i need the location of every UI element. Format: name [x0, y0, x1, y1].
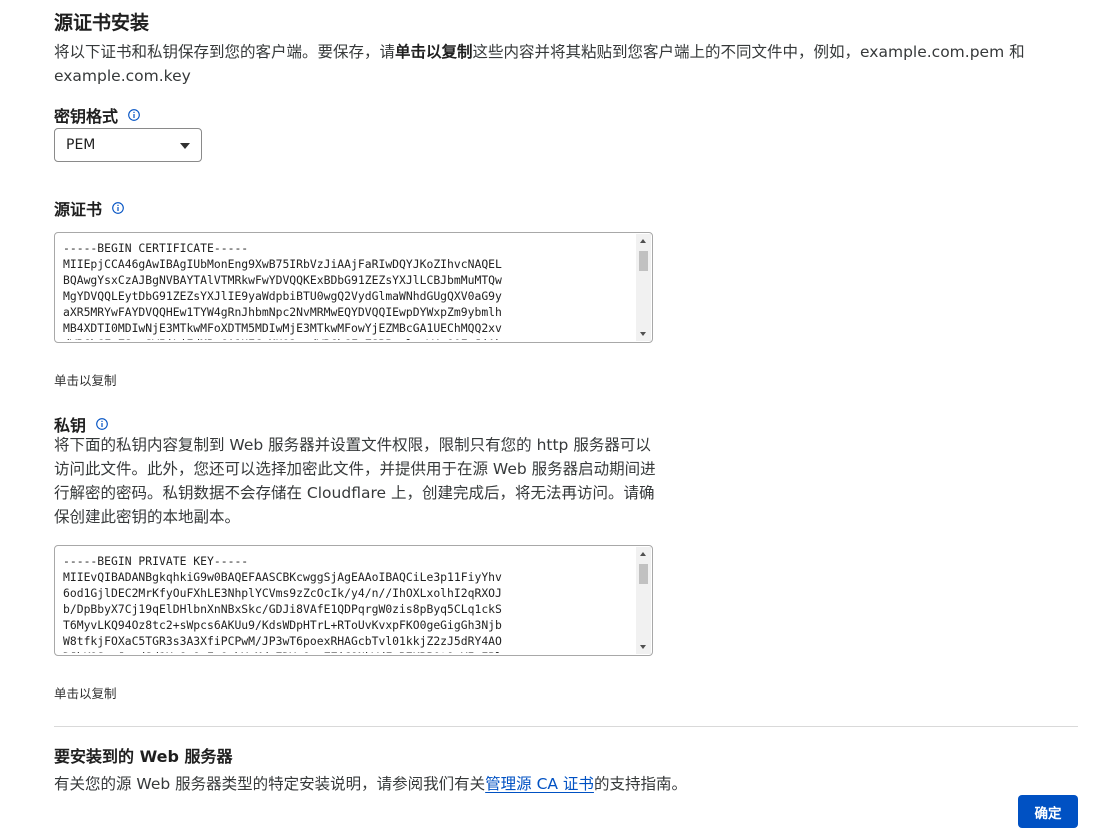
key-format-label: 密钥格式 [54, 107, 119, 126]
copy-certificate-link[interactable]: 单击以复制 [54, 370, 117, 389]
private-key-textarea[interactable]: -----BEGIN PRIVATE KEY----- MIIEvQIBADAN… [54, 545, 653, 656]
manage-origin-ca-link[interactable]: 管理源 CA 证书 [485, 775, 594, 793]
scroll-up-arrow-icon[interactable] [640, 552, 646, 556]
web-server-text-before: 有关您的源 Web 服务器类型的特定安装说明，请参阅我们有关 [54, 775, 486, 793]
certificate-textarea[interactable]: -----BEGIN CERTIFICATE----- MIIEpjCCA46g… [54, 232, 653, 343]
page-title: 源证书安装 [54, 12, 150, 34]
description-bold-text: 单击以复制 [395, 43, 473, 61]
info-icon[interactable] [128, 109, 140, 121]
scrollbar-thumb[interactable] [639, 564, 648, 584]
web-server-title: 要安装到的 Web 服务器 [54, 747, 233, 766]
info-icon[interactable] [112, 202, 124, 214]
confirm-button[interactable]: 确定 [1018, 795, 1078, 828]
key-format-selected-value: PEM [66, 137, 96, 153]
chevron-down-icon [180, 143, 190, 149]
description-text-before: 将以下证书和私钥保存到您的客户端。要保存，请 [54, 43, 396, 61]
scroll-down-arrow-icon[interactable] [640, 645, 646, 649]
key-format-select[interactable]: PEM [54, 128, 202, 162]
scroll-down-arrow-icon[interactable] [640, 332, 646, 336]
key-format-label-row: 密钥格式 [54, 103, 140, 127]
page-description: 将以下证书和私钥保存到您的客户端。要保存，请单击以复制这些内容并将其粘贴到您客户… [54, 40, 1064, 88]
copy-private-key-link[interactable]: 单击以复制 [54, 683, 117, 702]
certificate-label: 源证书 [54, 200, 103, 219]
origin-cert-install-page: 源证书安装 将以下证书和私钥保存到您的客户端。要保存，请单击以复制这些内容并将其… [0, 0, 1116, 835]
scrollbar-thumb[interactable] [639, 251, 648, 271]
private-key-content[interactable]: -----BEGIN PRIVATE KEY----- MIIEvQIBADAN… [55, 546, 638, 653]
info-icon[interactable] [96, 418, 108, 430]
private-key-description: 将下面的私钥内容复制到 Web 服务器并设置文件权限，限制只有您的 http 服… [54, 436, 656, 526]
private-key-scrollbar[interactable] [636, 547, 651, 654]
section-divider [54, 726, 1078, 727]
scroll-up-arrow-icon[interactable] [640, 239, 646, 243]
certificate-content[interactable]: -----BEGIN CERTIFICATE----- MIIEpjCCA46g… [55, 233, 638, 340]
certificate-scrollbar[interactable] [636, 234, 651, 341]
web-server-text-after: 的支持指南。 [593, 775, 687, 793]
web-server-description: 有关您的源 Web 服务器类型的特定安装说明，请参阅我们有关管理源 CA 证书的… [54, 772, 687, 796]
certificate-label-row: 源证书 [54, 196, 124, 220]
